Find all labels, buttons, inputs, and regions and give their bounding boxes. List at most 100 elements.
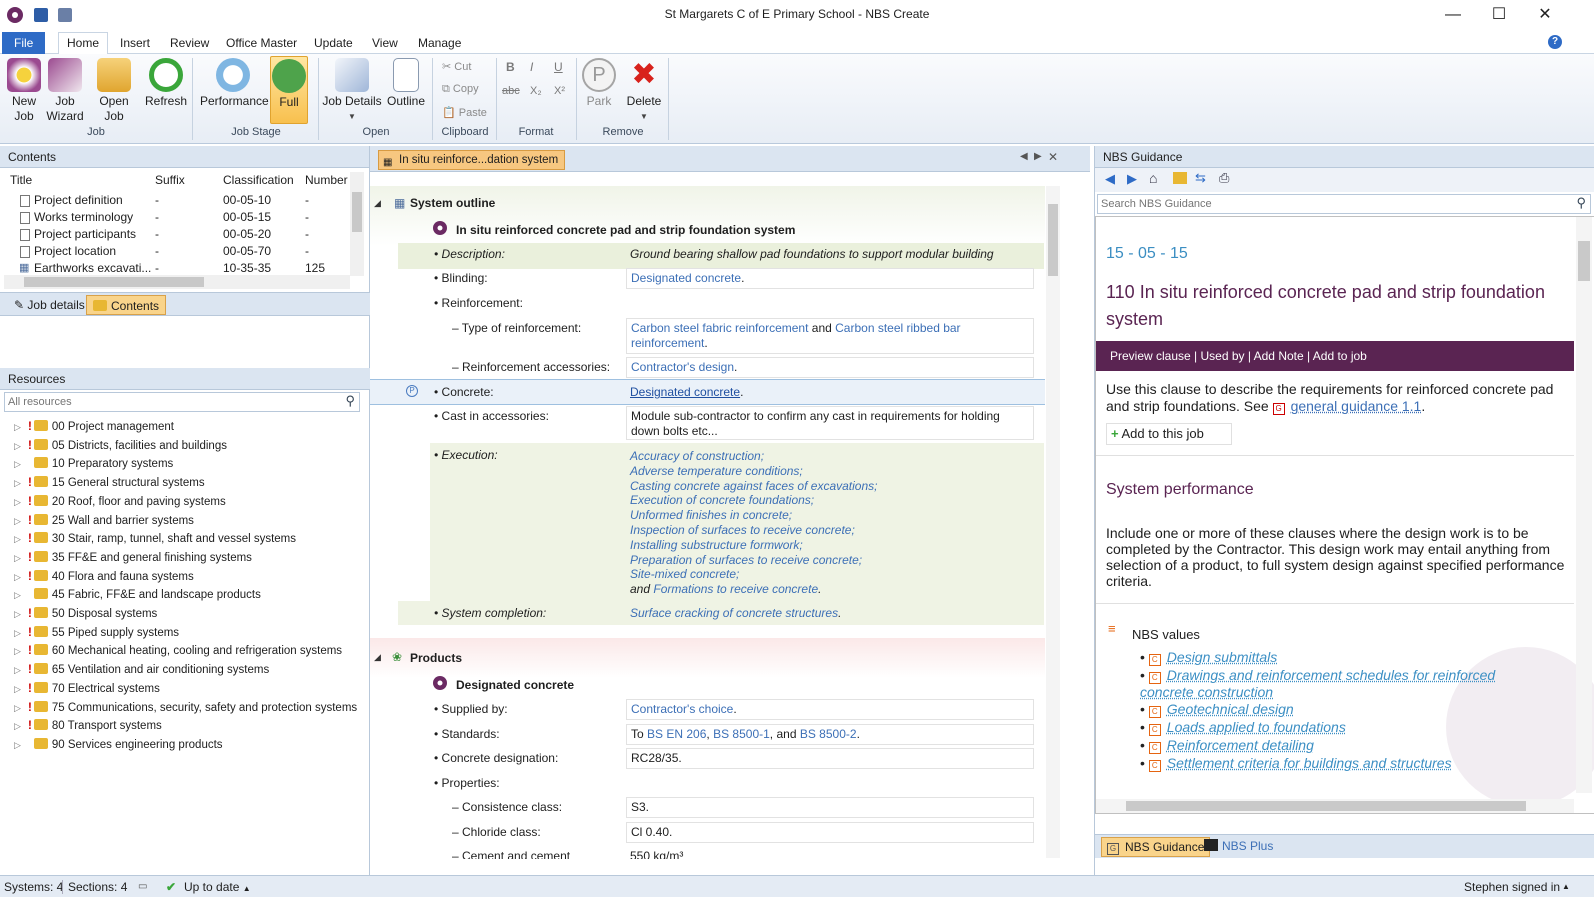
tab-nbs-guidance[interactable]: G NBS Guidance <box>1101 837 1211 857</box>
refresh-button[interactable]: Refresh <box>144 56 188 109</box>
execution-item[interactable]: and Formations to receive concrete. <box>630 582 1030 597</box>
execution-item[interactable]: Inspection of surfaces to receive concre… <box>630 523 1030 538</box>
update-status[interactable]: Up to date ▲ <box>184 876 251 900</box>
execution-item[interactable]: Adverse temperature conditions; <box>630 464 1030 479</box>
guidance-action-bar[interactable]: Preview clause | Used by | Add Note | Ad… <box>1096 341 1574 371</box>
column-classification[interactable]: Classification <box>223 172 294 189</box>
resource-tree-item[interactable]: ▷! 80 Transport systems <box>14 717 162 736</box>
nbs-value-item[interactable]: • C Settlement criteria for buildings and… <box>1140 755 1530 772</box>
performance-button[interactable]: Performance <box>200 56 269 109</box>
subscript-icon[interactable]: X₂ <box>530 85 542 97</box>
cast-in-value[interactable]: Module sub-contractor to confirm any cas… <box>626 406 1034 440</box>
system-completion-value[interactable]: Surface cracking of concrete structures. <box>630 606 841 621</box>
contents-hscrollbar[interactable] <box>4 275 350 289</box>
cut-button[interactable]: ✂ Cut <box>442 60 471 73</box>
help-icon[interactable]: ? <box>1548 35 1562 49</box>
guidance-search-box[interactable]: ⚲ <box>1097 194 1591 214</box>
expand-arrow-icon[interactable]: ▷ <box>14 736 28 755</box>
tab-nbs-plus[interactable]: NBS Plus <box>1199 837 1278 857</box>
column-number[interactable]: Number <box>305 172 348 189</box>
resource-tree-item[interactable]: ▷! 25 Wall and barrier systems <box>14 512 194 531</box>
print-icon[interactable]: ⎙ <box>1219 170 1229 186</box>
resource-tree-item[interactable]: ▷!10 Preparatory systems <box>14 455 173 474</box>
outline-button[interactable]: Outline <box>384 56 428 109</box>
expand-arrow-icon[interactable]: ▷ <box>14 586 28 605</box>
expand-arrow-icon[interactable]: ▷ <box>14 530 28 549</box>
resource-tree-item[interactable]: ▷! 40 Flora and fauna systems <box>14 568 194 587</box>
execution-item[interactable]: Execution of concrete foundations; <box>630 493 1030 508</box>
execution-item[interactable]: Casting concrete against faces of excava… <box>630 479 1030 494</box>
expand-arrow-icon[interactable]: ▷ <box>14 624 28 643</box>
sync-icon[interactable]: ⇆ <box>1195 170 1206 186</box>
add-to-job-button[interactable]: + Add to this job <box>1106 423 1232 445</box>
column-title[interactable]: Title <box>10 172 32 189</box>
parked-p-icon[interactable]: P <box>406 385 418 397</box>
contents-row[interactable]: Works terminology -00-05-15- <box>0 209 356 226</box>
tab-scroll-right-icon[interactable]: ▶ <box>1034 151 1042 162</box>
contents-row[interactable]: Project location -00-05-70- <box>0 243 356 260</box>
execution-item[interactable]: Accuracy of construction; <box>630 449 1030 464</box>
tab-file[interactable]: File <box>2 32 46 54</box>
tab-job-details[interactable]: ✎ Job details <box>8 295 91 315</box>
resource-tree-item[interactable]: ▷! 60 Mechanical heating, cooling and ref… <box>14 642 342 661</box>
maximize-button[interactable]: ☐ <box>1476 0 1522 30</box>
resources-search-input[interactable] <box>5 393 325 411</box>
tab-view[interactable]: View <box>364 33 406 54</box>
new-job-button[interactable]: New Job <box>6 56 42 124</box>
resource-tree-item[interactable]: ▷! 30 Stair, ramp, tunnel, shaft and vess… <box>14 530 296 549</box>
full-button[interactable]: Full <box>270 56 308 124</box>
expand-arrow-icon[interactable]: ▷ <box>14 512 28 531</box>
park-button[interactable]: P Park <box>580 56 618 109</box>
minimize-button[interactable]: — <box>1430 0 1476 30</box>
guidance-search-input[interactable] <box>1098 195 1558 213</box>
type-reinforcement-value[interactable]: Carbon steel fabric reinforcement and Ca… <box>626 318 1034 354</box>
close-window-button[interactable]: ✕ <box>1522 0 1568 30</box>
tab-office-master[interactable]: Office Master <box>218 33 305 54</box>
supplied-by-value[interactable]: Contractor's choice. <box>626 699 1034 720</box>
standards-value[interactable]: To BS EN 206, BS 8500-1, and BS 8500-2. <box>626 724 1034 745</box>
resource-tree-item[interactable]: ▷! 75 Communications, security, safety an… <box>14 699 357 718</box>
resource-tree-item[interactable]: ▷! 55 Piped supply systems <box>14 624 179 643</box>
underline-icon[interactable]: U <box>554 60 563 74</box>
nbs-value-item[interactable]: • C Geotechnical design <box>1140 701 1530 718</box>
concrete-value[interactable]: Designated concrete. <box>630 385 743 400</box>
tab-home[interactable]: Home <box>58 32 109 55</box>
chloride-class-value[interactable]: Cl 0.40. <box>626 822 1034 843</box>
expand-arrow-icon[interactable]: ▷ <box>14 418 28 437</box>
reinforcement-accessories-value[interactable]: Contractor's design. <box>626 357 1034 378</box>
paste-button[interactable]: 📋 Paste <box>442 106 487 119</box>
bold-icon[interactable]: B <box>506 60 515 74</box>
column-suffix[interactable]: Suffix <box>155 172 185 189</box>
resource-tree-item[interactable]: ▷! 35 FF&E and general finishing systems <box>14 549 252 568</box>
tab-scroll-left-icon[interactable]: ◀ <box>1020 151 1028 162</box>
document-tab[interactable]: ▦ In situ reinforce...dation system <box>378 150 566 170</box>
expand-arrow-icon[interactable]: ▷ <box>14 549 28 568</box>
consistence-class-value[interactable]: S3. <box>626 797 1034 818</box>
resource-tree-item[interactable]: ▷! 20 Roof, floor and paving systems <box>14 493 226 512</box>
nbs-value-item[interactable]: • C Reinforcement detailing <box>1140 737 1530 754</box>
resource-tree-item[interactable]: ▷! 05 Districts, facilities and buildings <box>14 437 227 456</box>
strikethrough-icon[interactable]: abc <box>502 85 520 97</box>
contents-vscrollbar[interactable] <box>350 172 364 276</box>
tab-manage[interactable]: Manage <box>410 33 469 54</box>
expand-arrow-icon[interactable]: ▷ <box>14 661 28 680</box>
cement-value[interactable]: 550 kg/m³ <box>630 849 683 859</box>
concrete-designation-value[interactable]: RC28/35. <box>626 748 1034 769</box>
delete-button[interactable]: ✖ Delete ▼ <box>622 56 666 124</box>
execution-item[interactable]: Site-mixed concrete; <box>630 567 1030 582</box>
resource-tree-item[interactable]: ▷! 00 Project management <box>14 418 174 437</box>
resource-tree-item[interactable]: ▷! 50 Disposal systems <box>14 605 157 624</box>
blinding-value[interactable]: Designated concrete. <box>626 268 1034 289</box>
nbs-value-item[interactable]: • C Loads applied to foundations <box>1140 719 1530 736</box>
expand-arrow-icon[interactable]: ▷ <box>14 493 28 512</box>
copy-button[interactable]: ⧉ Copy <box>442 83 479 96</box>
description-value[interactable]: Ground bearing shallow pad foundations t… <box>630 247 994 262</box>
execution-item[interactable]: Preparation of surfaces to receive concr… <box>630 553 1030 568</box>
chevron-up-icon[interactable]: ▲ <box>1562 876 1570 898</box>
resource-tree-item[interactable]: ▷!90 Services engineering products <box>14 736 223 755</box>
nbs-value-item[interactable]: • C Drawings and reinforcement schedules … <box>1140 667 1530 700</box>
resource-tree-item[interactable]: ▷! 15 General structural systems <box>14 474 205 493</box>
contents-row[interactable]: Project definition -00-05-10- <box>0 192 356 209</box>
home-icon[interactable]: ⌂ <box>1149 170 1157 186</box>
document-vscrollbar[interactable] <box>1046 186 1060 858</box>
